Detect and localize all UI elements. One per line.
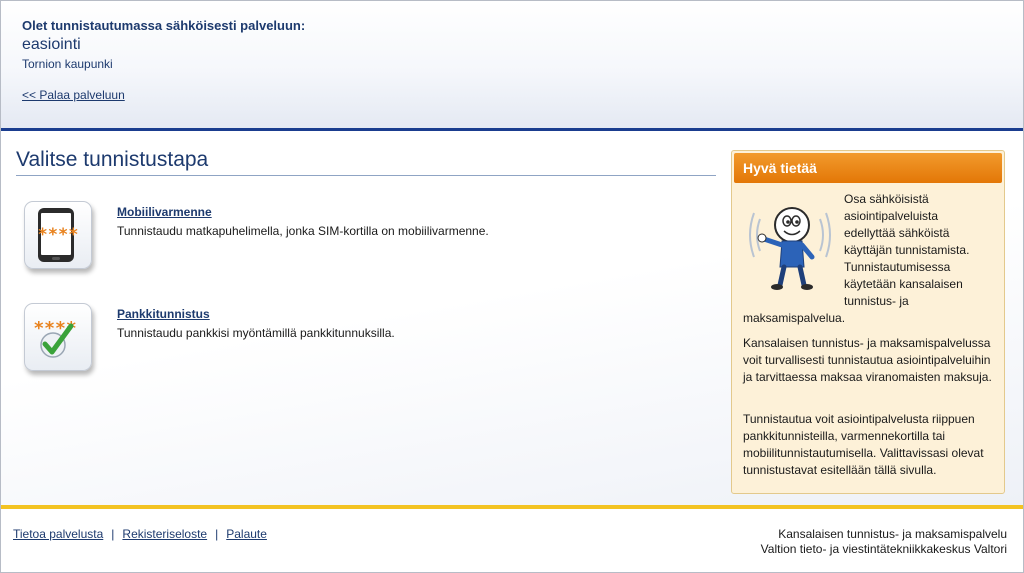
waving-mascot-icon bbox=[749, 207, 831, 290]
footer-provider-info: Kansalaisen tunnistus- ja maksamispalvel… bbox=[761, 527, 1007, 557]
mobile-phone-icon[interactable]: **** bbox=[24, 201, 92, 269]
main-content: Valitse tunnistustapa **** Mobiilivarmen… bbox=[1, 131, 1023, 505]
footer-service-name: Kansalaisen tunnistus- ja maksamispalvel… bbox=[778, 527, 1007, 541]
info-intro-line: asiointipalveluista bbox=[844, 209, 939, 223]
footer-separator: | bbox=[111, 527, 115, 541]
method-mobiilivarmenne-description: Tunnistaudu matkapuhelimella, jonka SIM-… bbox=[117, 224, 489, 238]
footer-provider-name: Valtion tieto- ja viestintätekniikkakesk… bbox=[760, 542, 1007, 556]
method-pankkitunnistus-link[interactable]: Pankkitunnistus bbox=[117, 307, 210, 321]
service-intro-text: Olet tunnistautumassa sähköisesti palvel… bbox=[22, 18, 306, 33]
header: Olet tunnistautumassa sähköisesti palvel… bbox=[1, 1, 1023, 129]
info-box: Hyvä tietää Osa sähköisistä asiointipalv… bbox=[731, 150, 1005, 494]
footer-link-tietoa-palvelusta[interactable]: Tietoa palvelusta bbox=[13, 527, 103, 541]
info-paragraph: Tunnistautua voit asiointipalvelusta rii… bbox=[743, 412, 984, 477]
back-to-service-link[interactable]: << Palaa palveluun bbox=[22, 88, 125, 102]
info-paragraph: Kansalaisen tunnistus- ja maksamispalvel… bbox=[743, 336, 992, 384]
method-pankkitunnistus-description: Tunnistaudu pankkisi myöntämillä pankkit… bbox=[117, 326, 395, 340]
info-intro-line: edellyttää sähköistä bbox=[844, 226, 950, 240]
service-name: easiointi bbox=[22, 36, 81, 53]
footer-link-rekisteriseloste[interactable]: Rekisteriseloste bbox=[122, 527, 207, 541]
info-intro-line: käytetään kansalaisen bbox=[844, 277, 963, 291]
footer-links: Tietoa palvelusta | Rekisteriseloste | Palau… bbox=[13, 527, 267, 541]
footer: Tietoa palvelusta | Rekisteriseloste | Palau… bbox=[1, 509, 1023, 572]
footer-link-palaute[interactable]: Palaute bbox=[226, 527, 267, 541]
checkmark-icon[interactable]: **** bbox=[24, 303, 92, 371]
info-intro-line: Tunnistautumisessa bbox=[844, 260, 951, 274]
info-intro-line: käyttäjän tunnistamista. bbox=[844, 243, 970, 257]
page-title: Valitse tunnistustapa bbox=[16, 148, 209, 171]
organization-name: Tornion kaupunki bbox=[22, 57, 113, 71]
info-intro-line: tunnistus- ja bbox=[844, 294, 909, 308]
footer-separator: | bbox=[215, 527, 219, 541]
info-intro-line: Osa sähköisistä bbox=[844, 192, 929, 206]
method-mobiilivarmenne-link[interactable]: Mobiilivarmenne bbox=[117, 205, 212, 219]
title-divider bbox=[16, 175, 716, 176]
info-box-title: Hyvä tietää bbox=[743, 160, 817, 176]
info-intro-line: maksamispalvelua. bbox=[743, 311, 846, 325]
pin-mask-text: **** bbox=[38, 225, 79, 245]
info-box-header: Hyvä tietää bbox=[734, 153, 1002, 183]
